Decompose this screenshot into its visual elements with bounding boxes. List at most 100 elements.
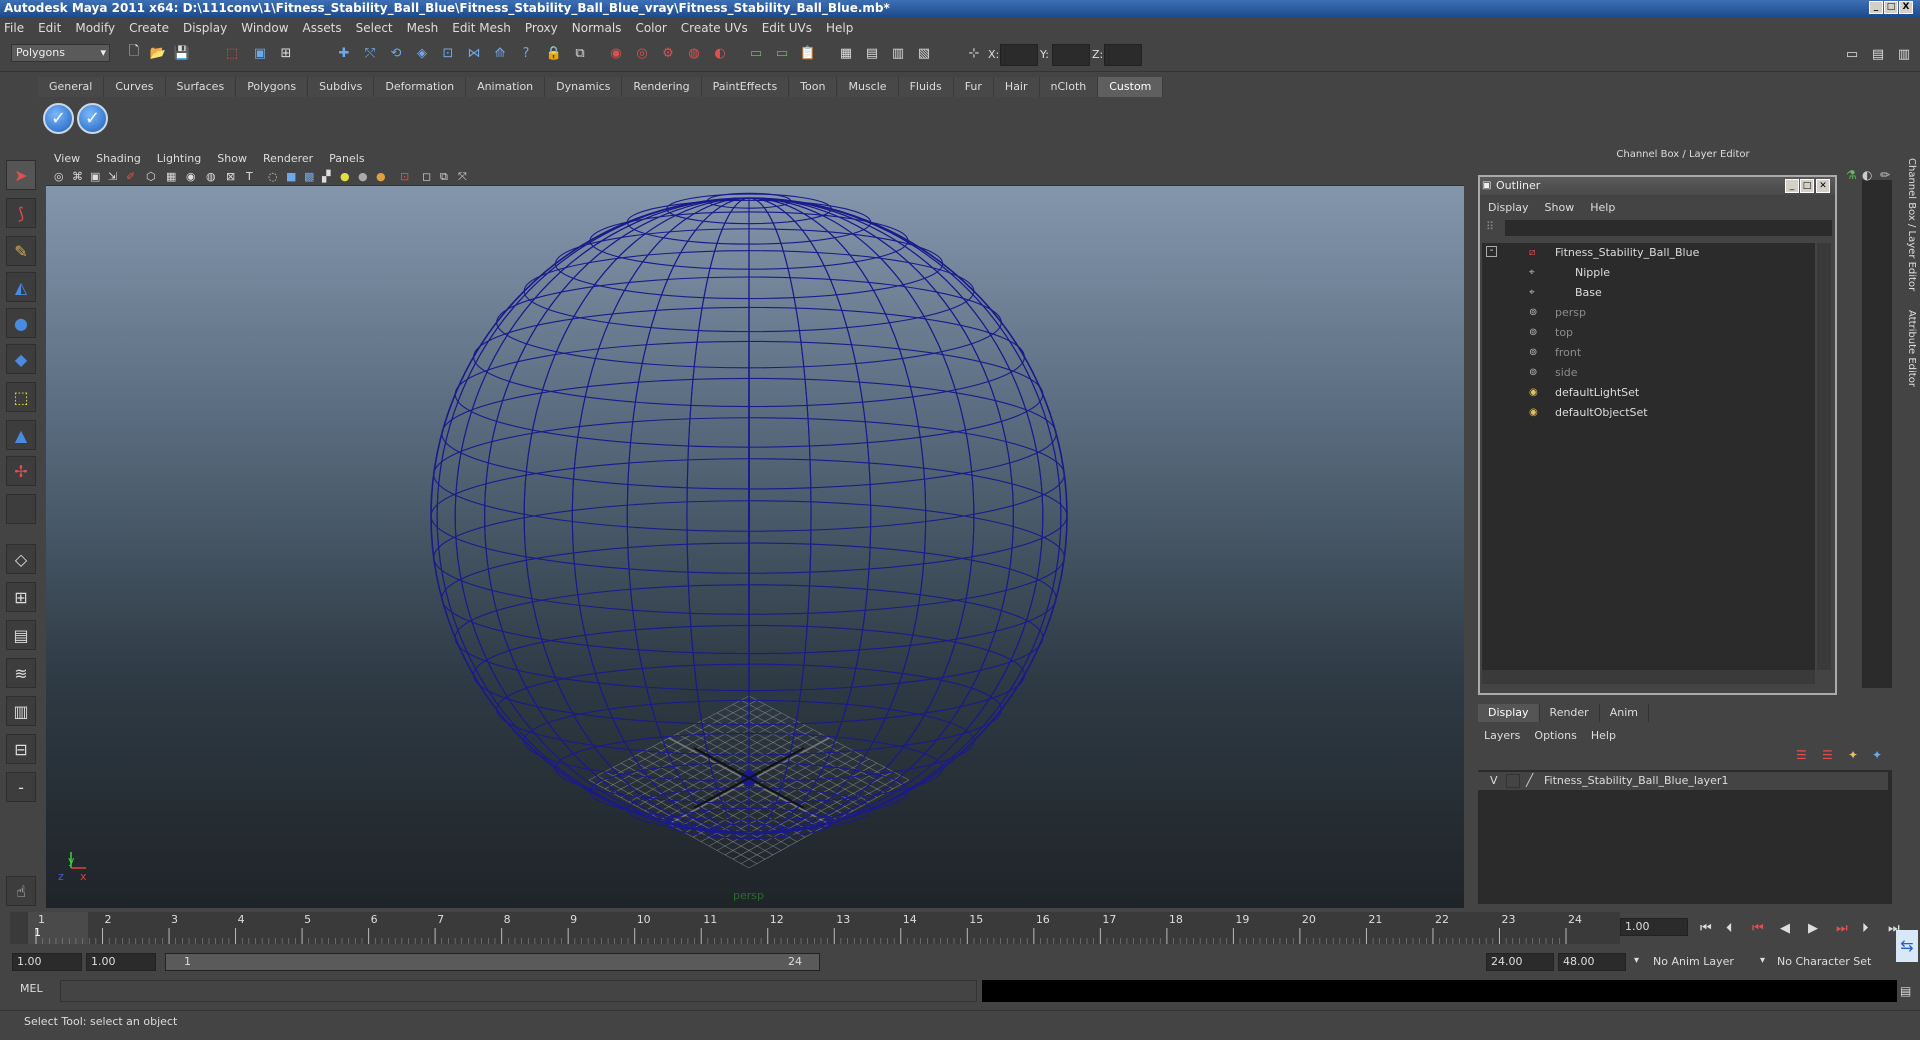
two-d-pan-icon[interactable]: ⇲ <box>108 170 117 183</box>
command-language-label[interactable]: MEL <box>20 982 43 995</box>
z-coord-field[interactable] <box>1104 44 1142 66</box>
script-editor-icon[interactable]: ▤ <box>1900 984 1911 998</box>
layer-tab-display[interactable]: Display <box>1478 704 1540 722</box>
snap-grid-icon[interactable]: ✚ <box>334 43 354 63</box>
shelf-tab-toon[interactable]: Toon <box>789 77 838 97</box>
film-gate-icon[interactable]: ⧉ <box>440 170 448 184</box>
snap-point-icon[interactable]: ⟲ <box>386 43 406 63</box>
show-channel-box-icon[interactable]: ▥ <box>1894 44 1914 64</box>
menu-proxy[interactable]: Proxy <box>525 21 558 35</box>
menu-modify[interactable]: Modify <box>75 21 115 35</box>
cube-shaded-icon[interactable]: ■ <box>286 170 296 183</box>
viewport-menu-renderer[interactable]: Renderer <box>263 152 313 165</box>
single-perspective-layout-icon[interactable]: ◇ <box>6 544 36 574</box>
grease-pencil-icon[interactable]: ✐ <box>126 170 135 183</box>
outliner-search-field[interactable] <box>1505 220 1832 236</box>
layer-menu-help[interactable]: Help <box>1591 729 1616 742</box>
outliner-layout-icon[interactable]: ▤ <box>6 620 36 650</box>
textured-icon[interactable]: T <box>246 170 253 183</box>
select-tool-icon[interactable]: ➤ <box>6 160 36 190</box>
shelf-tab-hair[interactable]: Hair <box>993 77 1040 97</box>
outliner-horizontal-scrollbar[interactable] <box>1482 670 1815 684</box>
chevron-down-icon[interactable]: ▾ <box>1634 955 1639 966</box>
viewport-menu-lighting[interactable]: Lighting <box>157 152 201 165</box>
dope-sheet-layout-icon[interactable]: ▥ <box>6 696 36 726</box>
menu-display[interactable]: Display <box>183 21 227 35</box>
input-line-icon[interactable]: ▭ <box>746 43 766 63</box>
open-scene-icon[interactable]: 📂 <box>148 43 168 63</box>
shelf-tab-rendering[interactable]: Rendering <box>622 77 702 97</box>
absolute-transform-icon[interactable]: ▥ <box>888 43 908 63</box>
snap-view-plane-icon[interactable]: ◈ <box>412 43 432 63</box>
graph-editor-layout-icon[interactable]: ≋ <box>6 658 36 688</box>
menu-create-uvs[interactable]: Create UVs <box>681 21 748 35</box>
toolbox-more-icon[interactable]: - <box>6 772 36 802</box>
four-view-layout-icon[interactable]: ⊞ <box>6 582 36 612</box>
play-forwards-icon[interactable]: ▶ <box>1808 921 1818 936</box>
side-tab-attribute-editor[interactable]: Attribute Editor <box>1901 310 1917 387</box>
playback-end-field[interactable]: 24.00 <box>1486 953 1554 971</box>
menu-window[interactable]: Window <box>241 21 288 35</box>
channel-pin-icon[interactable]: ✏ <box>1880 168 1890 182</box>
command-input[interactable] <box>60 980 977 1002</box>
shelf-tab-ncloth[interactable]: nCloth <box>1039 77 1099 97</box>
xray-icon[interactable]: ◌ <box>268 170 278 183</box>
history-icon[interactable]: ⋈ <box>464 43 484 63</box>
maximize-button[interactable]: □ <box>1884 1 1898 14</box>
bookmark-icon[interactable]: ⌘ <box>72 170 83 183</box>
default-light-icon[interactable]: ● <box>340 170 350 183</box>
hand-icon[interactable]: ☝ <box>6 876 36 906</box>
outliner-menu-show[interactable]: Show <box>1545 201 1575 214</box>
render-settings-icon[interactable]: ⚙ <box>658 43 678 63</box>
outliner-vertical-scrollbar[interactable] <box>1817 243 1831 670</box>
shelf-tab-general[interactable]: General <box>38 77 105 97</box>
side-tab-channel-box[interactable]: Channel Box / Layer Editor <box>1901 158 1917 291</box>
numeric-input-icon[interactable]: ⊹ <box>964 43 984 63</box>
close-button[interactable]: X <box>1899 1 1913 14</box>
menu-set-dropdown[interactable]: Polygons ▾ <box>11 44 110 62</box>
select-component-icon[interactable]: ⊞ <box>276 43 296 63</box>
viewport-menu-view[interactable]: View <box>54 152 80 165</box>
checkmark-icon[interactable]: ✓ <box>43 103 74 134</box>
hypershade-layout-icon[interactable]: ⊟ <box>6 734 36 764</box>
menu-edit[interactable]: Edit <box>38 21 61 35</box>
layer-menu-options[interactable]: Options <box>1534 729 1576 742</box>
camera-attributes-icon[interactable]: ◎ <box>54 170 64 183</box>
menu-edit-uvs[interactable]: Edit UVs <box>762 21 812 35</box>
lasso-tool-icon[interactable]: ⟆ <box>6 198 36 228</box>
y-coord-field[interactable] <box>1052 44 1090 66</box>
chevron-down-icon[interactable]: ▾ <box>1760 955 1765 966</box>
show-attribute-editor-icon[interactable]: ▭ <box>1842 44 1862 64</box>
step-back-frame-icon[interactable]: ⏴ <box>1726 921 1733 936</box>
menu-select[interactable]: Select <box>356 21 393 35</box>
new-layer-icon[interactable]: ✦ <box>1848 748 1858 762</box>
shelf-tab-curves[interactable]: Curves <box>104 77 166 97</box>
image-plane-icon[interactable]: ▣ <box>90 170 100 183</box>
animation-end-field[interactable]: 48.00 <box>1558 953 1626 971</box>
shelf-tab-polygons[interactable]: Polygons <box>236 77 309 97</box>
snap-curve-icon[interactable]: ⤲ <box>360 43 380 63</box>
shelf-tab-subdivs[interactable]: Subdivs <box>308 77 375 97</box>
shelf-tab-animation[interactable]: Animation <box>466 77 546 97</box>
collapse-toggle-icon[interactable]: - <box>1486 246 1497 257</box>
filter-icon[interactable]: ⠿ <box>1486 220 1494 233</box>
layer-move-up-icon[interactable]: ☰ <box>1796 748 1807 762</box>
playback-start-field[interactable]: 1.00 <box>86 953 156 971</box>
lock-icon[interactable]: 🔒 <box>544 43 564 63</box>
outliner-menu-display[interactable]: Display <box>1488 201 1529 214</box>
shelf-tab-custom[interactable]: Custom <box>1098 77 1164 97</box>
save-scene-icon[interactable]: 💾 <box>172 43 192 63</box>
rename-icon[interactable]: ▭ <box>772 43 792 63</box>
resolution-gate-icon[interactable]: ⤧ <box>458 170 467 184</box>
xray-joints-icon[interactable]: ◻ <box>422 170 431 183</box>
range-slider[interactable]: 1 24 <box>165 953 820 971</box>
shelf-tab-surfaces[interactable]: Surfaces <box>165 77 237 97</box>
perspective-viewport[interactable]: persp y x z <box>46 148 1464 908</box>
channel-menu-icon[interactable]: ◐ <box>1862 168 1872 182</box>
scale-tool-icon[interactable]: ◆ <box>6 344 36 374</box>
move-tool-icon[interactable]: ◭ <box>6 272 36 302</box>
menu-edit-mesh[interactable]: Edit Mesh <box>452 21 511 35</box>
play-backwards-icon[interactable]: ◀ <box>1780 921 1790 936</box>
shelf-tab-fluids[interactable]: Fluids <box>898 77 954 97</box>
preferences-icon[interactable]: ⇆ <box>1896 930 1918 962</box>
